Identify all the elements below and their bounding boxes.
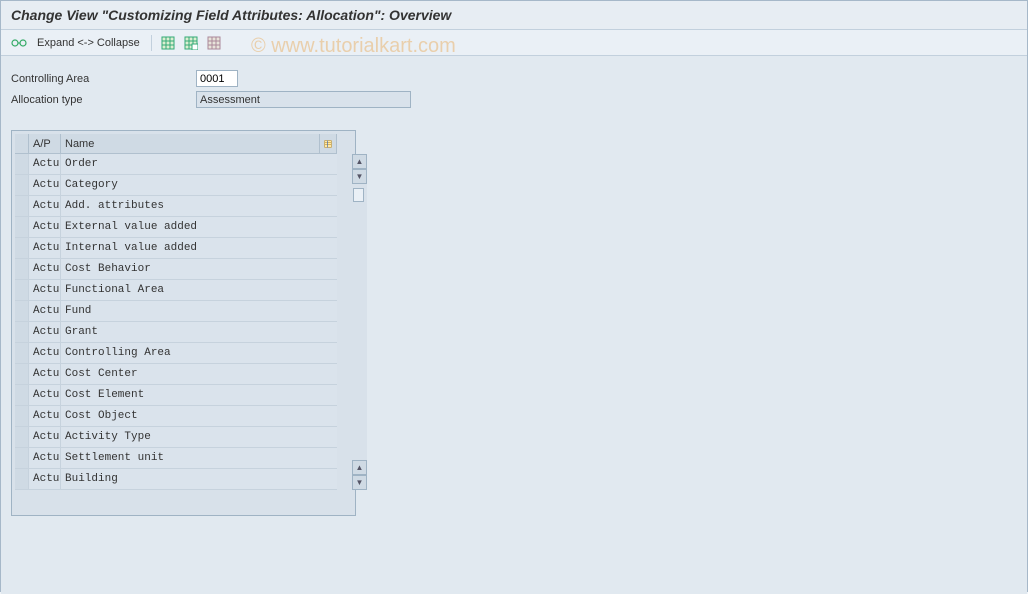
cell-name[interactable]: Building: [61, 469, 337, 489]
table-row[interactable]: ActuAdd. attributes: [15, 196, 337, 217]
table-row[interactable]: ActuCost Behavior: [15, 259, 337, 280]
controlling-area-row: Controlling Area: [11, 70, 1017, 87]
content-area: Controlling Area Allocation type A/P Nam…: [1, 56, 1027, 594]
row-selector[interactable]: [15, 343, 29, 363]
table-row[interactable]: ActuFunctional Area: [15, 280, 337, 301]
header-ap[interactable]: A/P: [29, 134, 61, 153]
separator: [151, 35, 152, 51]
cell-ap[interactable]: Actu: [29, 301, 61, 321]
header-name[interactable]: Name: [61, 134, 319, 153]
row-selector[interactable]: [15, 238, 29, 258]
page-title: Change View "Customizing Field Attribute…: [11, 7, 1017, 23]
configure-columns-icon[interactable]: [319, 134, 337, 153]
title-bar: Change View "Customizing Field Attribute…: [1, 1, 1027, 30]
glasses-icon[interactable]: [9, 34, 29, 52]
cell-name[interactable]: Category: [61, 175, 337, 195]
cell-ap[interactable]: Actu: [29, 259, 61, 279]
grid-body: ActuOrderActuCategoryActuAdd. attributes…: [15, 154, 337, 490]
cell-name[interactable]: Internal value added: [61, 238, 337, 258]
cell-name[interactable]: Cost Center: [61, 364, 337, 384]
cell-name[interactable]: Cost Behavior: [61, 259, 337, 279]
controlling-area-input[interactable]: [196, 70, 238, 87]
grid-icon-3[interactable]: [204, 34, 224, 52]
cell-name[interactable]: Add. attributes: [61, 196, 337, 216]
table-row[interactable]: ActuOrder: [15, 154, 337, 175]
scroll-down2-icon[interactable]: ▼: [352, 475, 367, 490]
cell-ap[interactable]: Actu: [29, 322, 61, 342]
cell-name[interactable]: Cost Element: [61, 385, 337, 405]
row-selector[interactable]: [15, 217, 29, 237]
table-row[interactable]: ActuCost Object: [15, 406, 337, 427]
cell-name[interactable]: Controlling Area: [61, 343, 337, 363]
scroll-up-icon[interactable]: ▲: [352, 154, 367, 169]
cell-name[interactable]: External value added: [61, 217, 337, 237]
cell-ap[interactable]: Actu: [29, 280, 61, 300]
grid-header: A/P Name: [15, 134, 337, 154]
row-selector[interactable]: [15, 427, 29, 447]
table-row[interactable]: ActuCategory: [15, 175, 337, 196]
header-select-col: [15, 134, 29, 153]
cell-ap[interactable]: Actu: [29, 196, 61, 216]
cell-name[interactable]: Order: [61, 154, 337, 174]
table-row[interactable]: ActuCost Center: [15, 364, 337, 385]
toolbar: Expand <-> Collapse: [1, 30, 1027, 56]
allocation-type-label: Allocation type: [11, 94, 196, 106]
row-selector[interactable]: [15, 322, 29, 342]
scroll-thumb[interactable]: [353, 188, 364, 202]
cell-name[interactable]: Grant: [61, 322, 337, 342]
table-row[interactable]: ActuInternal value added: [15, 238, 337, 259]
row-selector[interactable]: [15, 448, 29, 468]
row-selector[interactable]: [15, 259, 29, 279]
scroll-down-icon[interactable]: ▼: [352, 169, 367, 184]
grid-icon-1[interactable]: [158, 34, 178, 52]
cell-name[interactable]: Cost Object: [61, 406, 337, 426]
table-container: A/P Name ActuOrderActuCategoryActuAdd. a…: [11, 130, 356, 516]
cell-ap[interactable]: Actu: [29, 427, 61, 447]
cell-ap[interactable]: Actu: [29, 238, 61, 258]
grid-footer-blank: [15, 490, 337, 512]
row-selector[interactable]: [15, 469, 29, 489]
table-row[interactable]: ActuBuilding: [15, 469, 337, 490]
table-row[interactable]: ActuControlling Area: [15, 343, 337, 364]
allocation-type-input[interactable]: [196, 91, 411, 108]
cell-ap[interactable]: Actu: [29, 175, 61, 195]
row-selector[interactable]: [15, 154, 29, 174]
row-selector[interactable]: [15, 196, 29, 216]
row-selector[interactable]: [15, 280, 29, 300]
cell-ap[interactable]: Actu: [29, 385, 61, 405]
row-selector[interactable]: [15, 301, 29, 321]
controlling-area-label: Controlling Area: [11, 73, 196, 85]
expand-collapse-button[interactable]: Expand <-> Collapse: [37, 37, 140, 49]
scroll-track[interactable]: [352, 184, 367, 460]
row-selector[interactable]: [15, 385, 29, 405]
table-row[interactable]: ActuGrant: [15, 322, 337, 343]
scroll-up2-icon[interactable]: ▲: [352, 460, 367, 475]
table-row[interactable]: ActuExternal value added: [15, 217, 337, 238]
row-selector[interactable]: [15, 175, 29, 195]
cell-ap[interactable]: Actu: [29, 154, 61, 174]
scrollbar: ▲ ▼ ▲ ▼: [352, 154, 367, 490]
table-row[interactable]: ActuCost Element: [15, 385, 337, 406]
table-row[interactable]: ActuFund: [15, 301, 337, 322]
cell-ap[interactable]: Actu: [29, 217, 61, 237]
cell-ap[interactable]: Actu: [29, 406, 61, 426]
cell-name[interactable]: Fund: [61, 301, 337, 321]
allocation-type-row: Allocation type: [11, 91, 1017, 108]
grid: A/P Name ActuOrderActuCategoryActuAdd. a…: [15, 134, 337, 512]
table-row[interactable]: ActuSettlement unit: [15, 448, 337, 469]
cell-ap[interactable]: Actu: [29, 364, 61, 384]
cell-ap[interactable]: Actu: [29, 343, 61, 363]
cell-name[interactable]: Settlement unit: [61, 448, 337, 468]
cell-ap[interactable]: Actu: [29, 448, 61, 468]
row-selector[interactable]: [15, 406, 29, 426]
cell-name[interactable]: Activity Type: [61, 427, 337, 447]
cell-name[interactable]: Functional Area: [61, 280, 337, 300]
grid-icon-2[interactable]: [181, 34, 201, 52]
row-selector[interactable]: [15, 364, 29, 384]
cell-ap[interactable]: Actu: [29, 469, 61, 489]
table-row[interactable]: ActuActivity Type: [15, 427, 337, 448]
